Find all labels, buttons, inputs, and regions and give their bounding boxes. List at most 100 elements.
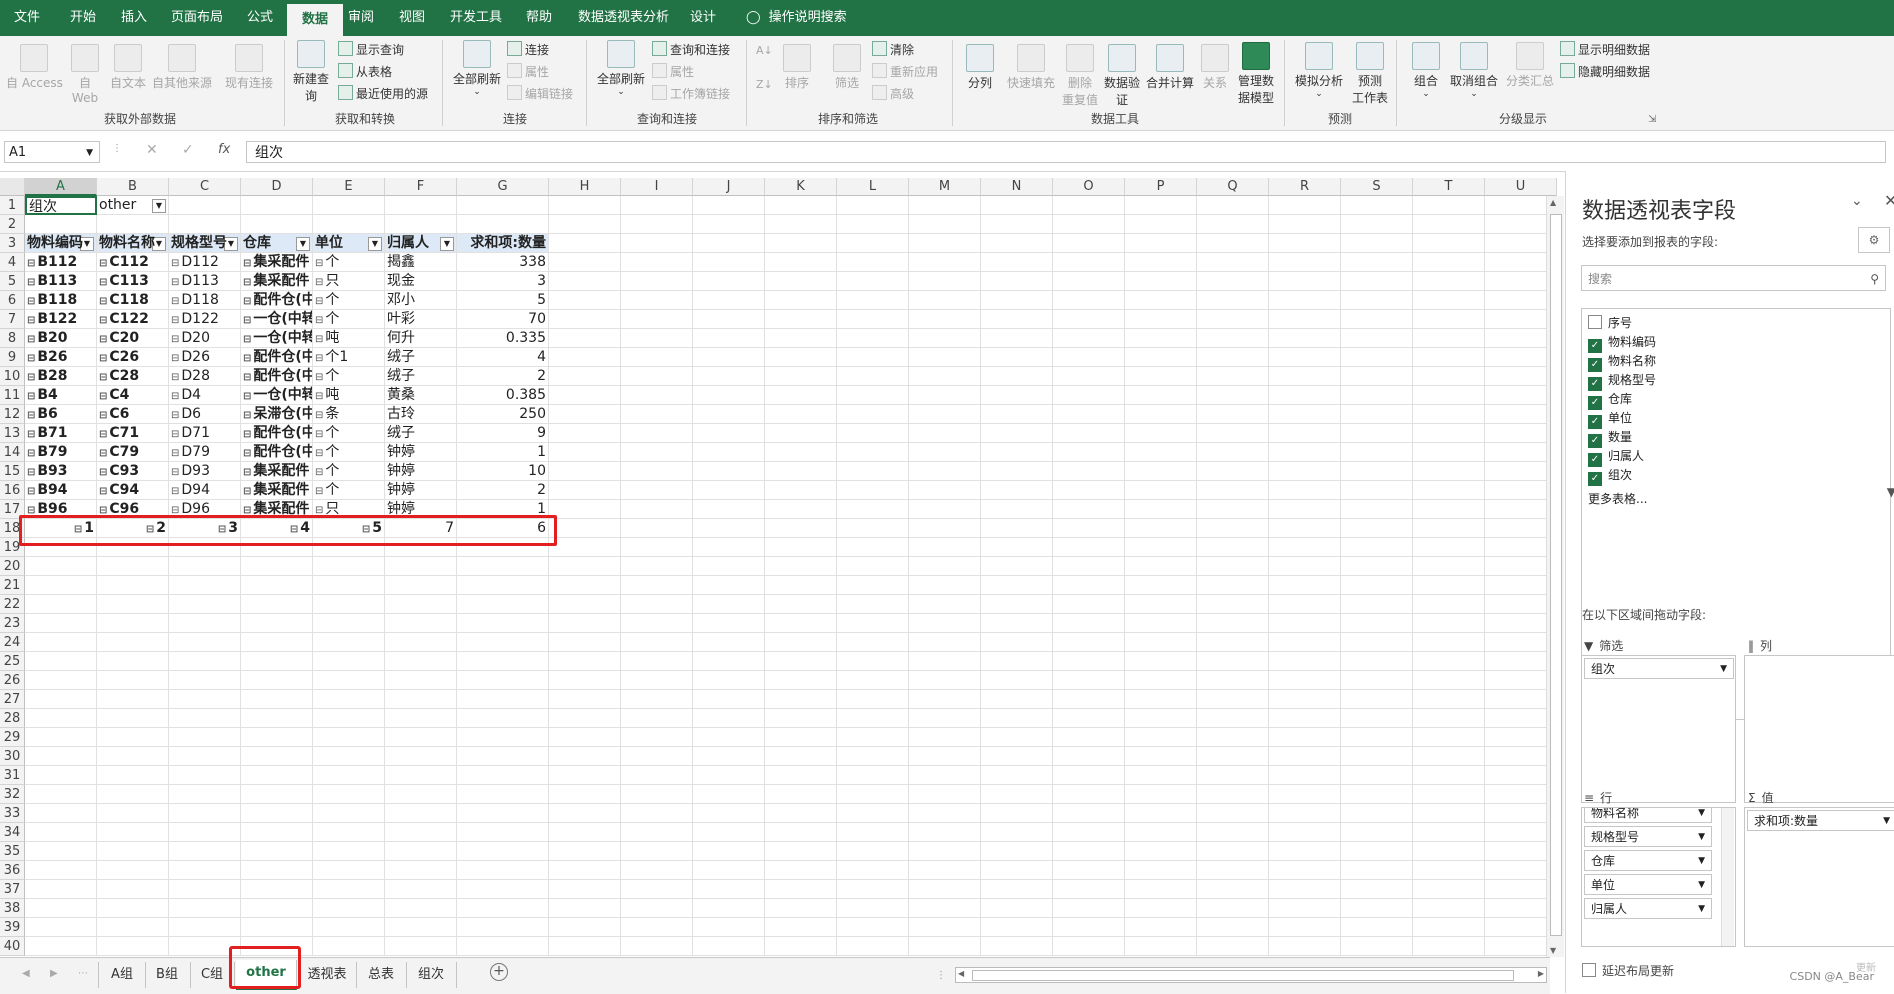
flash-fill-button[interactable]: 快速填充 [1004,44,1058,91]
empty-cell[interactable] [1053,576,1125,595]
empty-cell[interactable] [909,880,981,899]
empty-cell[interactable] [1125,348,1197,367]
pivot-data-cell[interactable]: 3 [457,272,549,291]
row-header[interactable]: 10 [0,367,25,386]
empty-cell[interactable] [1413,443,1485,462]
pivot-data-cell[interactable]: ⊟ B79 [25,443,97,462]
empty-cell[interactable] [1125,443,1197,462]
empty-cell[interactable] [385,709,457,728]
empty-cell[interactable] [1413,557,1485,576]
empty-cell[interactable] [1413,861,1485,880]
row-field-pill[interactable]: 归属人 ▼ [1584,898,1712,919]
empty-cell[interactable] [1413,728,1485,747]
empty-cell[interactable] [549,633,621,652]
empty-cell[interactable] [549,595,621,614]
empty-cell[interactable] [549,348,621,367]
empty-cell[interactable] [1413,215,1485,234]
empty-cell[interactable] [1197,614,1269,633]
row-header[interactable]: 15 [0,462,25,481]
scroll-down-icon[interactable]: ▼ [1550,946,1556,955]
tab-review[interactable]: 审阅 [348,0,374,36]
empty-cell[interactable] [909,462,981,481]
empty-cell[interactable] [693,272,765,291]
empty-cell[interactable] [981,538,1053,557]
tab-data[interactable]: 数据 [287,4,343,36]
empty-cell[interactable] [549,842,621,861]
empty-cell[interactable] [981,633,1053,652]
empty-cell[interactable] [981,291,1053,310]
empty-cell[interactable] [765,519,837,538]
collapse-icon[interactable]: ⊟ [171,429,179,440]
empty-cell[interactable] [1053,728,1125,747]
empty-cell[interactable] [241,196,313,215]
empty-cell[interactable] [981,842,1053,861]
tab-view[interactable]: 视图 [399,0,425,36]
column-header-o[interactable]: O [1053,178,1125,196]
empty-cell[interactable] [909,424,981,443]
collapse-icon[interactable]: ⊟ [171,334,179,345]
empty-cell[interactable] [621,291,693,310]
empty-cell[interactable] [837,310,909,329]
empty-cell[interactable] [1413,329,1485,348]
filter-field-pill[interactable]: 组次 ▼ [1584,658,1734,679]
pivot-data-cell[interactable]: ⊟ C20 [97,329,169,348]
empty-cell[interactable] [1341,899,1413,918]
empty-cell[interactable] [1269,424,1341,443]
empty-cell[interactable] [1269,728,1341,747]
empty-cell[interactable] [97,804,169,823]
empty-cell[interactable] [549,538,621,557]
empty-cell[interactable] [837,690,909,709]
empty-cell[interactable] [97,557,169,576]
empty-cell[interactable] [693,614,765,633]
empty-cell[interactable] [909,272,981,291]
empty-cell[interactable] [1413,519,1485,538]
empty-cell[interactable] [909,899,981,918]
empty-cell[interactable] [621,804,693,823]
checkbox-checked-icon[interactable]: ✓ [1588,472,1602,486]
empty-cell[interactable] [909,367,981,386]
empty-cell[interactable] [837,614,909,633]
empty-cell[interactable] [1053,747,1125,766]
empty-cell[interactable] [1269,690,1341,709]
empty-cell[interactable] [1197,557,1269,576]
empty-cell[interactable] [621,310,693,329]
collapse-icon[interactable]: ⊟ [27,391,35,402]
empty-cell[interactable] [1413,595,1485,614]
pivot-data-cell[interactable]: ⊟ C6 [97,405,169,424]
collapse-icon[interactable]: ⊟ [27,448,35,459]
empty-cell[interactable] [765,272,837,291]
empty-cell[interactable] [693,196,765,215]
empty-cell[interactable] [1197,253,1269,272]
empty-cell[interactable] [169,652,241,671]
collapse-icon[interactable]: ⊟ [171,258,179,269]
pivot-data-cell[interactable]: 2 [457,367,549,386]
empty-cell[interactable] [549,785,621,804]
empty-cell[interactable] [1053,595,1125,614]
empty-cell[interactable] [981,557,1053,576]
collapse-icon[interactable]: ⊟ [315,372,323,383]
empty-cell[interactable] [1341,538,1413,557]
from-table-button[interactable]: 从表格 [338,63,392,80]
tab-developer[interactable]: 开发工具 [450,0,502,36]
empty-cell[interactable] [1125,253,1197,272]
empty-cell[interactable] [909,310,981,329]
empty-cell[interactable] [1053,861,1125,880]
row-header[interactable]: 22 [0,595,25,614]
empty-cell[interactable] [1413,538,1485,557]
scroll-left-icon[interactable]: ◀ [958,969,964,978]
empty-cell[interactable] [1053,614,1125,633]
empty-cell[interactable] [765,842,837,861]
empty-cell[interactable] [549,234,621,253]
empty-cell[interactable] [981,918,1053,937]
empty-cell[interactable] [1197,329,1269,348]
collapse-icon[interactable]: ⊟ [315,258,323,269]
pivot-data-cell[interactable]: ⊟ D94 [169,481,241,500]
empty-cell[interactable] [385,595,457,614]
empty-cell[interactable] [1197,690,1269,709]
pivot-data-cell[interactable]: 邓小 [385,291,457,310]
empty-cell[interactable] [693,234,765,253]
empty-cell[interactable] [1341,747,1413,766]
collapse-icon[interactable]: ⊟ [315,467,323,478]
empty-cell[interactable] [981,329,1053,348]
empty-cell[interactable] [1197,804,1269,823]
